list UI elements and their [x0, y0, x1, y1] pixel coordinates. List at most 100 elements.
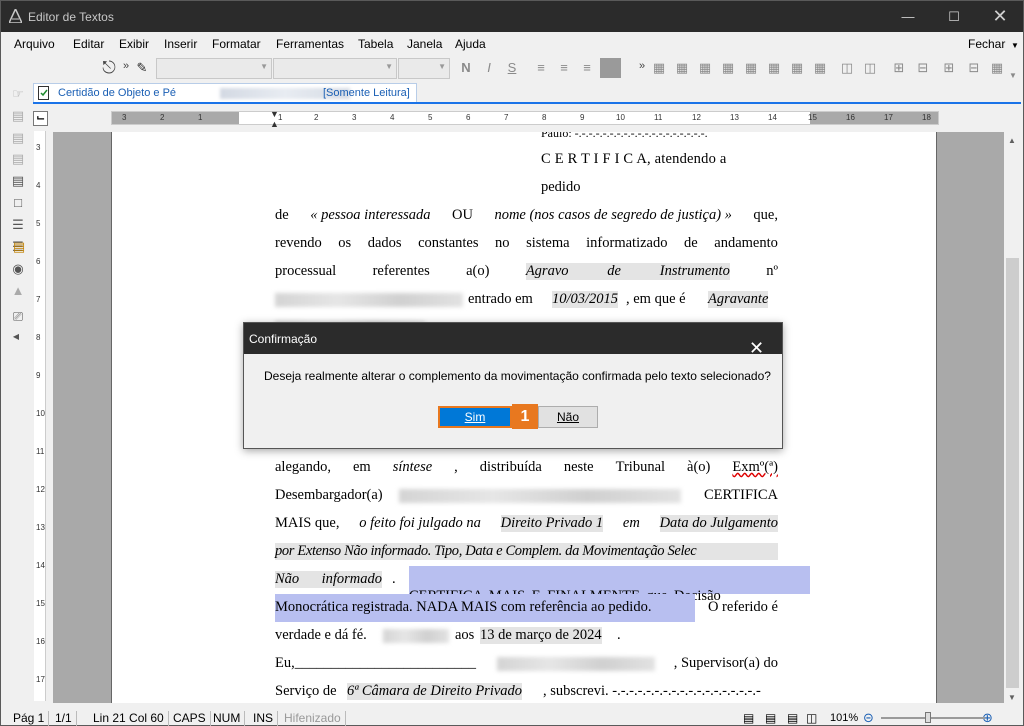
vertical-scrollbar[interactable]: ▲ ▼ [1004, 132, 1021, 703]
insert-column-icon[interactable]: ⊞ [939, 58, 959, 78]
font-combo[interactable]: ▼ [273, 58, 397, 79]
scroll-down-icon[interactable]: ▼ [1008, 693, 1016, 702]
menu-arquivo[interactable]: Arquivo [14, 37, 55, 51]
merge-cells-icon[interactable]: ◫ [839, 58, 855, 78]
menu-ajuda[interactable]: Ajuda [455, 37, 486, 51]
table-icon[interactable]: ▦ [812, 58, 828, 78]
menu-ferramentas[interactable]: Ferramentas [276, 37, 344, 51]
web-view-icon[interactable]: ▤ [787, 711, 798, 725]
maximize-button[interactable]: ☐ [931, 1, 977, 32]
doc-word: andamento [714, 235, 778, 251]
yes-button[interactable]: Sim [438, 406, 512, 428]
tool-icon[interactable]: ☞ [9, 85, 27, 103]
redacted-number [275, 292, 463, 307]
ruler-margin-left [112, 112, 239, 124]
style-combo[interactable]: ▼ [156, 58, 272, 79]
menu-fechar[interactable]: Fechar [968, 37, 1005, 51]
paint-format-icon[interactable]: ✎ [132, 58, 152, 78]
menu-formatar[interactable]: Formatar [212, 37, 261, 51]
more-icon[interactable]: » [637, 56, 647, 76]
indent-marker-icon[interactable]: ▼ [270, 109, 279, 119]
status-num: NUM [209, 711, 246, 726]
chevron-down-icon[interactable]: ▼ [1009, 66, 1017, 86]
close-window-button[interactable]: ✕ [977, 1, 1023, 32]
bell-icon[interactable]: ⎋ [98, 58, 120, 78]
doc-word: em [622, 515, 640, 531]
print-view-icon[interactable]: ▤ [765, 711, 776, 725]
doc-line: Paulo: -.-.-.-.-.-.-.-.-.-.-.-.-.-.-.-.-… [541, 132, 708, 140]
menu-janela[interactable]: Janela [407, 37, 442, 51]
vertical-ruler[interactable]: 3 4 5 6 7 8 9 10 11 12 13 14 15 16 17 [34, 131, 46, 701]
tool-icon[interactable]: ▤ [9, 107, 27, 125]
horizontal-ruler[interactable]: 3 2 1 1 2 3 4 5 6 7 8 9 10 11 12 13 14 1… [111, 109, 939, 129]
document-icon[interactable]: ▤ [9, 172, 27, 190]
table-icon[interactable]: ▦ [674, 58, 690, 78]
delete-row-icon[interactable]: ⊟ [913, 58, 933, 78]
tab-stop-selector[interactable]: ⌙ [33, 111, 48, 126]
doc-word: distribuída [479, 459, 542, 475]
indent-marker-icon[interactable]: ▲ [270, 119, 279, 129]
folder-icon[interactable]: ▤ [10, 238, 28, 256]
ruler-margin-right [810, 112, 938, 124]
tab-stop-icon: ⌙ [36, 112, 46, 124]
delete-column-icon[interactable]: ⊟ [964, 58, 984, 78]
font-size-combo[interactable]: ▼ [398, 58, 450, 79]
award-icon[interactable]: ◉ [9, 260, 27, 278]
zoom-out-icon[interactable]: ⊝ [863, 710, 874, 726]
ruler-number: 8 [36, 333, 41, 342]
insert-row-icon[interactable]: ⊞ [889, 58, 909, 78]
scroll-up-icon[interactable]: ▲ [1008, 136, 1016, 145]
paint-roller-icon[interactable]: ⎚ [9, 308, 27, 326]
doc-word: nº [766, 263, 778, 279]
chevron-left-icon[interactable]: ◀ [7, 328, 25, 346]
doc-word: , [454, 459, 458, 475]
justify-icon[interactable] [600, 58, 621, 78]
list-icon[interactable]: ☰ [9, 216, 27, 234]
no-button[interactable]: Não [538, 406, 598, 428]
menu-exibir[interactable]: Exibir [119, 37, 149, 51]
close-icon: ✕ [992, 6, 1008, 26]
align-center-icon[interactable]: ≡ [555, 58, 573, 78]
chevron-down-icon: ▼ [260, 62, 268, 71]
document-tab[interactable]: Certidão de Objeto e Pé [Somente Leitura… [33, 83, 417, 103]
dialog-close-button[interactable]: ✕ [744, 328, 774, 358]
zoom-slider[interactable] [881, 712, 985, 723]
doc-word: no [495, 235, 510, 251]
menu-inserir[interactable]: Inserir [164, 37, 197, 51]
align-right-icon[interactable]: ≡ [578, 58, 596, 78]
strike-button[interactable]: S [503, 58, 521, 78]
table-icon[interactable]: ▦ [743, 58, 759, 78]
align-left-icon[interactable]: ≡ [532, 58, 550, 78]
stamp-icon[interactable]: ▲ [9, 282, 27, 300]
ruler-number: 12 [36, 485, 45, 494]
italic-button[interactable]: I [480, 58, 498, 78]
doc-word: de [275, 207, 289, 223]
two-page-view-icon[interactable]: ◫ [806, 711, 817, 725]
bold-button[interactable]: N [457, 58, 475, 78]
page-view-icon[interactable]: ▤ [743, 711, 754, 725]
doc-word: , Supervisor(a) do [673, 655, 778, 671]
tool-icon[interactable]: ▤ [9, 129, 27, 147]
split-cells-icon[interactable]: ◫ [862, 58, 878, 78]
tool-icon[interactable]: ▤ [9, 150, 27, 168]
comment-icon[interactable]: □ [9, 194, 27, 212]
more-icon[interactable]: » [121, 56, 131, 76]
borders-icon[interactable]: ▦ [987, 58, 1007, 78]
table-icon[interactable]: ▦ [697, 58, 713, 78]
maximize-icon: ☐ [948, 9, 960, 24]
menu-tabela[interactable]: Tabela [358, 37, 393, 51]
doc-word: a(o) [466, 263, 490, 279]
table-icon[interactable]: ▦ [720, 58, 736, 78]
document-check-icon [38, 86, 49, 100]
redacted-supervisor [497, 657, 655, 671]
ruler-number: 6 [466, 113, 471, 122]
table-icon[interactable]: ▦ [789, 58, 805, 78]
menu-editar[interactable]: Editar [73, 37, 104, 51]
tab-underline [33, 102, 1021, 104]
ruler-number: 11 [654, 113, 663, 122]
table-icon[interactable]: ▦ [766, 58, 782, 78]
table-icon[interactable]: ▦ [651, 58, 667, 78]
zoom-slider-handle[interactable] [925, 712, 931, 723]
minimize-button[interactable]: — [885, 1, 931, 32]
scrollbar-thumb[interactable] [1006, 258, 1019, 688]
